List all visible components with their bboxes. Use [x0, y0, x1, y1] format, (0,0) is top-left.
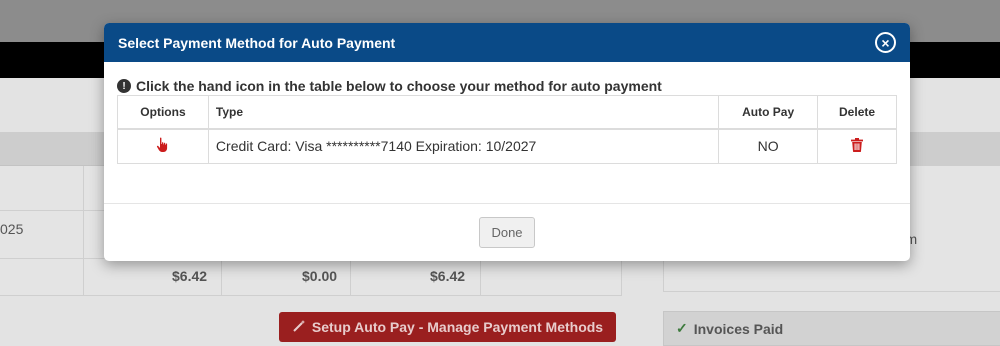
modal-title: Select Payment Method for Auto Payment: [118, 34, 396, 51]
exclamation-circle-icon: !: [117, 79, 131, 93]
billing-date: 025: [0, 221, 24, 237]
instruction-text: Click the hand icon in the table below t…: [136, 78, 662, 94]
payment-type-cell: Credit Card: Visa **********7140 Expirat…: [207, 128, 720, 164]
billing-amount-total: $6.42: [172, 268, 208, 284]
column-header-delete: Delete: [817, 95, 897, 129]
setup-auto-pay-label: Setup Auto Pay - Manage Payment Methods: [311, 319, 604, 335]
wand-icon: [292, 319, 306, 336]
column-header-type: Type: [207, 95, 720, 129]
options-cell: [117, 128, 209, 164]
payment-method-modal: Select Payment Method for Auto Payment ×…: [104, 23, 910, 261]
check-icon: ✓: [676, 320, 688, 336]
table-row: Credit Card: Visa **********7140 Expirat…: [117, 128, 897, 164]
delete-cell: [817, 128, 897, 164]
billing-col-divider: [83, 166, 84, 296]
trash-icon[interactable]: [851, 137, 864, 152]
modal-footer: Done: [104, 203, 910, 261]
invoices-paid-panel[interactable]: ✓ Invoices Paid: [663, 311, 1000, 346]
payment-methods-table: Options Type Auto Pay Delete Credit Card…: [117, 95, 897, 164]
column-header-auto-pay: Auto Pay: [718, 95, 819, 129]
done-button[interactable]: Done: [479, 217, 535, 248]
instruction-notice: ! Click the hand icon in the table below…: [117, 77, 897, 95]
hand-pointer-icon[interactable]: [156, 137, 170, 153]
invoices-paid-label: Invoices Paid: [693, 320, 784, 337]
column-header-options: Options: [117, 95, 209, 129]
auto-pay-cell: NO: [718, 128, 819, 164]
modal-header: Select Payment Method for Auto Payment ×: [104, 23, 910, 62]
modal-body: ! Click the hand icon in the table below…: [104, 62, 910, 164]
billing-amount-balance: $6.42: [430, 268, 466, 284]
table-header-row: Options Type Auto Pay Delete: [117, 95, 897, 129]
billing-amount-paid: $0.00: [302, 268, 338, 284]
close-circle-icon[interactable]: ×: [875, 32, 896, 53]
setup-auto-pay-button[interactable]: Setup Auto Pay - Manage Payment Methods: [279, 312, 616, 342]
